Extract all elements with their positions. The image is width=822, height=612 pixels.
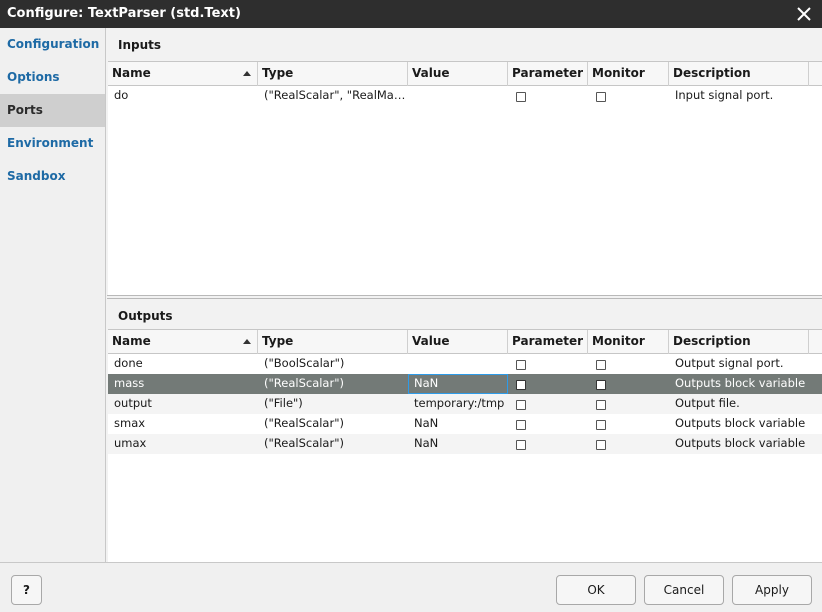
cell-type: ("RealScalar")	[264, 436, 344, 450]
column-header-monitor[interactable]: Monitor	[588, 330, 669, 354]
cell-value[interactable]: NaN	[408, 434, 508, 454]
cell-name: done	[114, 356, 143, 370]
parameter-checkbox[interactable]	[516, 420, 526, 430]
column-header-filler	[809, 330, 822, 354]
monitor-checkbox[interactable]	[596, 360, 606, 370]
dialog-footer: ? OK Cancel Apply	[0, 562, 822, 612]
cell-name: output	[114, 396, 152, 410]
column-header-filler	[809, 62, 822, 86]
sidebar-item-options[interactable]: Options	[0, 61, 105, 94]
column-header-type[interactable]: Type	[258, 62, 408, 86]
cell-value[interactable]	[408, 86, 508, 106]
outputs-title: Outputs	[118, 309, 173, 323]
sort-ascending-icon	[243, 339, 251, 344]
cell-description: Output signal port.	[675, 356, 784, 370]
title-bar: Configure: TextParser (std.Text)	[0, 0, 822, 28]
parameter-checkbox[interactable]	[516, 92, 526, 102]
ok-button[interactable]: OK	[556, 575, 636, 605]
outputs-table: Name Type Value Parameter Monitor Descri…	[108, 329, 822, 562]
cell-description: Outputs block variable	[675, 376, 806, 390]
cell-value[interactable]	[408, 354, 508, 374]
cell-value-focused[interactable]: NaN	[408, 374, 508, 394]
help-button[interactable]: ?	[11, 575, 42, 605]
apply-button[interactable]: Apply	[732, 575, 812, 605]
sort-ascending-icon	[243, 71, 251, 76]
cell-name: do	[114, 88, 129, 102]
close-icon	[797, 7, 811, 21]
column-header-label: Name	[112, 334, 151, 348]
monitor-checkbox[interactable]	[596, 92, 606, 102]
outputs-panel: Outputs Name Type Value Parameter Monito…	[107, 298, 822, 562]
table-row[interactable]: umax ("RealScalar") NaN Outputs block va…	[108, 434, 822, 454]
column-header-type[interactable]: Type	[258, 330, 408, 354]
parameter-checkbox[interactable]	[516, 360, 526, 370]
sidebar-item-environment[interactable]: Environment	[0, 127, 105, 160]
column-header-value[interactable]: Value	[408, 330, 508, 354]
monitor-checkbox[interactable]	[596, 420, 606, 430]
cell-name: smax	[114, 416, 146, 430]
table-row[interactable]: do ("RealScalar", "RealMatrix") Input si…	[108, 86, 822, 106]
column-header-description[interactable]: Description	[669, 62, 809, 86]
column-header-parameter[interactable]: Parameter	[508, 62, 588, 86]
sidebar-item-sandbox[interactable]: Sandbox	[0, 160, 105, 193]
inputs-table: Name Type Value Parameter Monitor Descri…	[108, 61, 822, 295]
cell-description: Input signal port.	[675, 88, 774, 102]
cell-type: ("BoolScalar")	[264, 356, 345, 370]
table-row[interactable]: output ("File") temporary:/tmp Output fi…	[108, 394, 822, 414]
parameter-checkbox[interactable]	[516, 400, 526, 410]
parameter-checkbox[interactable]	[516, 440, 526, 450]
monitor-checkbox[interactable]	[596, 400, 606, 410]
column-header-name[interactable]: Name	[108, 62, 258, 86]
inputs-table-header: Name Type Value Parameter Monitor Descri…	[108, 62, 822, 86]
cell-type: ("RealScalar")	[264, 376, 344, 390]
close-button[interactable]	[792, 2, 816, 26]
outputs-table-header: Name Type Value Parameter Monitor Descri…	[108, 330, 822, 354]
cancel-button[interactable]: Cancel	[644, 575, 724, 605]
column-header-label: Name	[112, 66, 151, 80]
cell-value[interactable]: NaN	[408, 414, 508, 434]
column-header-name[interactable]: Name	[108, 330, 258, 354]
monitor-checkbox[interactable]	[596, 440, 606, 450]
cell-type: ("File")	[264, 396, 303, 410]
parameter-checkbox[interactable]	[516, 380, 526, 390]
column-header-parameter[interactable]: Parameter	[508, 330, 588, 354]
sidebar-item-ports[interactable]: Ports	[0, 94, 105, 127]
inputs-title: Inputs	[118, 38, 162, 52]
cell-description: Outputs block variable	[675, 416, 806, 430]
window-title: Configure: TextParser (std.Text)	[7, 6, 241, 21]
column-header-value[interactable]: Value	[408, 62, 508, 86]
cell-type: ("RealScalar", "RealMatrix")	[264, 88, 408, 102]
table-row[interactable]: smax ("RealScalar") NaN Outputs block va…	[108, 414, 822, 434]
table-row[interactable]: done ("BoolScalar") Output signal port.	[108, 354, 822, 374]
sidebar: Configuration Options Ports Environment …	[0, 28, 106, 562]
column-header-monitor[interactable]: Monitor	[588, 62, 669, 86]
monitor-checkbox[interactable]	[596, 380, 606, 390]
column-header-description[interactable]: Description	[669, 330, 809, 354]
sidebar-item-configuration[interactable]: Configuration	[0, 28, 105, 61]
table-row-selected[interactable]: mass ("RealScalar") NaN Outputs block va…	[108, 374, 822, 394]
cell-value[interactable]: temporary:/tmp	[408, 394, 508, 414]
cell-description: Output file.	[675, 396, 740, 410]
inputs-panel: Inputs Name Type Value Parameter Monitor…	[107, 28, 822, 296]
cell-description: Outputs block variable	[675, 436, 806, 450]
cell-type: ("RealScalar")	[264, 416, 344, 430]
cell-name: mass	[114, 376, 145, 390]
cell-name: umax	[114, 436, 147, 450]
